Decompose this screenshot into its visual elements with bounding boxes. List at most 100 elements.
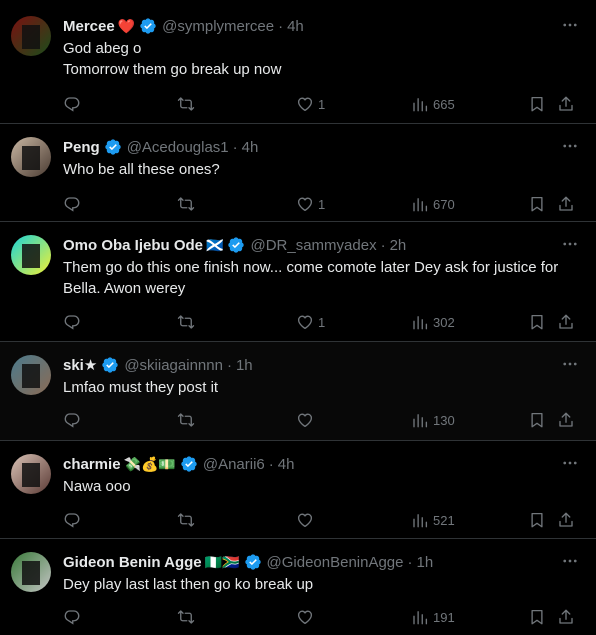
share-button[interactable]: [557, 607, 575, 627]
bookmark-icon: [531, 314, 543, 330]
user-handle[interactable]: @GideonBeninAgge: [267, 554, 404, 571]
like-button[interactable]: [296, 607, 314, 627]
avatar[interactable]: [11, 137, 51, 177]
tweet-text-line: Who be all these ones?: [63, 161, 220, 178]
tweet-text-line: Bella. Awon werey: [63, 280, 186, 297]
repost-button[interactable]: [176, 194, 196, 214]
display-name[interactable]: Gideon Benin Agge: [63, 554, 202, 571]
timestamp[interactable]: 1h: [236, 357, 253, 374]
more-options-icon[interactable]: [560, 235, 580, 253]
repost-icon: [177, 513, 195, 527]
more-options-icon[interactable]: [560, 137, 580, 155]
repost-button[interactable]: [176, 94, 196, 114]
avatar[interactable]: [11, 552, 51, 592]
user-handle[interactable]: @Acedouglas1: [127, 139, 229, 156]
tweet[interactable]: Gideon Benin Agge 🇳🇬🇿🇦 @GideonBeninAgge …: [0, 539, 596, 635]
avatar[interactable]: [11, 454, 51, 494]
repost-icon: [177, 413, 195, 427]
share-button[interactable]: [557, 312, 575, 332]
tweet[interactable]: charmie 💸💰💵 @Anarii6 · 4h Nawa ooo 521: [0, 441, 596, 539]
like-button[interactable]: [296, 510, 314, 530]
display-name[interactable]: charmie: [63, 456, 121, 473]
like-button[interactable]: 1: [296, 312, 325, 332]
repost-button[interactable]: [176, 510, 196, 530]
tweet-text-line: Lmfao must they post it: [63, 379, 219, 396]
verified-badge-icon: [105, 139, 121, 155]
user-handle[interactable]: @DR_sammyadex: [250, 237, 376, 254]
bookmark-button[interactable]: [528, 410, 546, 430]
tweet-feed: Mercee ❤️ @symplymercee · 4h God abeg o T…: [0, 0, 596, 635]
repost-button[interactable]: [176, 607, 196, 627]
share-button[interactable]: [557, 194, 575, 214]
views-button[interactable]: 665: [411, 94, 455, 114]
reply-button[interactable]: [63, 312, 81, 332]
avatar[interactable]: [11, 355, 51, 395]
views-button[interactable]: 521: [411, 510, 455, 530]
tweet-actions: 130: [0, 410, 596, 430]
timestamp[interactable]: 4h: [242, 139, 259, 156]
repost-icon: [177, 197, 195, 211]
share-button[interactable]: [557, 94, 575, 114]
bookmark-button[interactable]: [528, 94, 546, 114]
views-button[interactable]: 670: [411, 194, 455, 214]
bookmark-button[interactable]: [528, 312, 546, 332]
tweet-text: Them go do this one finish now... come c…: [63, 257, 578, 299]
views-button[interactable]: 130: [411, 410, 455, 430]
timestamp[interactable]: 4h: [287, 18, 304, 35]
tweet-actions: 521: [0, 510, 596, 530]
share-button[interactable]: [557, 510, 575, 530]
display-name[interactable]: Omo Oba Ijebu Ode: [63, 237, 203, 254]
more-options-icon[interactable]: [560, 16, 580, 34]
reply-button[interactable]: [63, 410, 81, 430]
tweet-text: Who be all these ones?: [63, 159, 578, 180]
bookmark-button[interactable]: [528, 510, 546, 530]
repost-button[interactable]: [176, 410, 196, 430]
like-button[interactable]: 1: [296, 94, 325, 114]
timestamp[interactable]: 1h: [417, 554, 434, 571]
tweet[interactable]: Omo Oba Ijebu Ode 🏴󠁧󠁢󠁳󠁣󠁴󠁿 @DR_sammyadex …: [0, 222, 596, 342]
heart-icon: [297, 197, 313, 212]
like-count: 1: [318, 314, 326, 330]
display-name[interactable]: Mercee: [63, 18, 115, 35]
user-handle[interactable]: @Anarii6: [203, 456, 265, 473]
reply-button[interactable]: [63, 510, 81, 530]
timestamp[interactable]: 4h: [278, 456, 295, 473]
tweet[interactable]: ski★ @skiiagainnnn · 1h Lmfao must they …: [0, 342, 596, 441]
views-chart-icon: [413, 514, 428, 528]
views-chart-icon: [413, 98, 428, 112]
more-options-icon[interactable]: [560, 552, 580, 570]
bookmark-icon: [531, 609, 543, 625]
bookmark-button[interactable]: [528, 194, 546, 214]
like-count: 1: [318, 96, 326, 112]
user-handle[interactable]: @symplymercee: [162, 18, 274, 35]
tweet[interactable]: Mercee ❤️ @symplymercee · 4h God abeg o T…: [0, 3, 596, 124]
views-button[interactable]: 302: [411, 312, 455, 332]
tweet[interactable]: Peng @Acedouglas1 · 4h Who be all these …: [0, 124, 596, 222]
user-handle[interactable]: @skiiagainnnn: [124, 357, 223, 374]
heart-icon: [297, 315, 313, 330]
display-name[interactable]: ski★: [63, 356, 97, 374]
more-options-icon[interactable]: [560, 355, 580, 373]
timestamp[interactable]: 2h: [390, 237, 407, 254]
tweet-header: ski★ @skiiagainnnn · 1h: [63, 355, 576, 375]
like-button[interactable]: 1: [296, 194, 325, 214]
display-name[interactable]: Peng: [63, 139, 100, 156]
views-button[interactable]: 191: [411, 607, 455, 627]
reply-button[interactable]: [63, 607, 81, 627]
reply-button[interactable]: [63, 194, 81, 214]
share-icon: [559, 96, 573, 111]
view-count: 302: [433, 314, 455, 330]
heart-icon: [297, 97, 313, 112]
tweet-header: charmie 💸💰💵 @Anarii6 · 4h: [63, 454, 576, 474]
tweet-text-line: Them go do this one finish now... come c…: [63, 259, 559, 276]
repost-button[interactable]: [176, 312, 196, 332]
heart-icon: [297, 513, 313, 528]
bookmark-button[interactable]: [528, 607, 546, 627]
avatar[interactable]: [11, 16, 51, 56]
reply-button[interactable]: [63, 94, 81, 114]
more-options-icon[interactable]: [560, 454, 580, 472]
avatar[interactable]: [11, 235, 51, 275]
share-button[interactable]: [557, 410, 575, 430]
like-button[interactable]: [296, 410, 314, 430]
reply-icon: [64, 97, 80, 112]
